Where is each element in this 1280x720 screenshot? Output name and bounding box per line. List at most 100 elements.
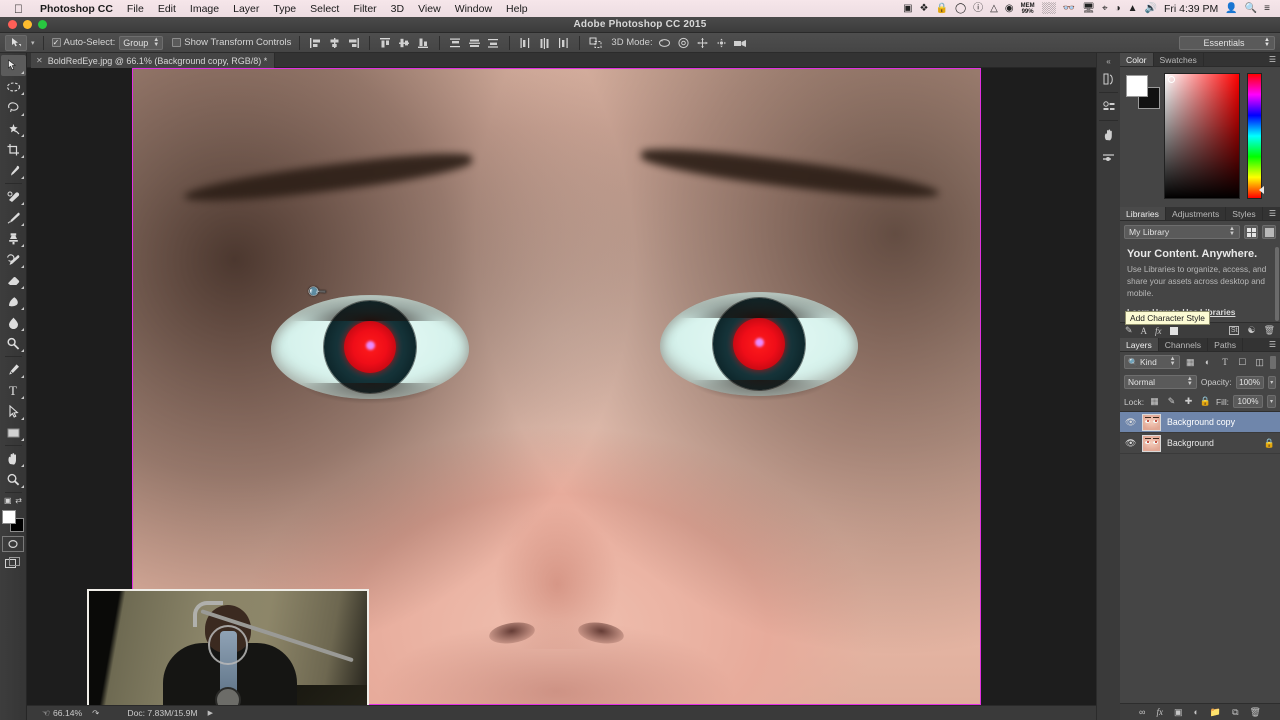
notification-center-icon[interactable]: ≡	[1264, 4, 1270, 14]
drag-3d-icon[interactable]	[695, 35, 710, 50]
tool-eraser-tool[interactable]	[1, 270, 26, 291]
wifi-icon[interactable]: ◑	[1115, 4, 1121, 14]
tool-zoom-tool[interactable]	[1, 469, 26, 490]
canvas-area[interactable]: 🔍	[27, 68, 1096, 705]
distribute-horizontal-centers-icon[interactable]	[537, 35, 552, 50]
align-right-edges-icon[interactable]	[346, 35, 361, 50]
roll-3d-icon[interactable]	[676, 35, 691, 50]
history-panel-icon[interactable]	[1098, 68, 1120, 89]
clock-time[interactable]: Fri 4:39 PM	[1164, 3, 1218, 15]
sync-icon[interactable]: St	[1229, 326, 1240, 335]
auto-select-checkbox[interactable]: ✓ Auto-Select:	[52, 37, 116, 48]
menu-item-3d[interactable]: 3D	[384, 3, 411, 15]
menu-item-photoshop-cc[interactable]: Photoshop CC	[33, 3, 120, 15]
layer-thumbnail[interactable]	[1142, 435, 1161, 452]
align-horizontal-centers-icon[interactable]	[327, 35, 342, 50]
lock-image-pixels-icon[interactable]: ✎	[1165, 395, 1178, 408]
foreground-color-swatch[interactable]	[1126, 75, 1148, 97]
apple-icon[interactable]: 	[14, 3, 23, 15]
add-color-icon[interactable]: ✎	[1125, 325, 1133, 336]
lock-transparent-pixels-icon[interactable]: ▦	[1148, 395, 1161, 408]
new-fill-adjustment-layer-icon[interactable]: ◐	[1193, 707, 1198, 717]
fill-value[interactable]: 100%	[1233, 395, 1263, 408]
lock-all-icon[interactable]: 🔒	[1199, 395, 1212, 408]
tab-layers[interactable]: Layers	[1120, 338, 1159, 351]
tool-path-selection-tool[interactable]	[1, 401, 26, 422]
share-icon[interactable]: ↷	[92, 708, 99, 719]
menu-item-image[interactable]: Image	[183, 3, 226, 15]
panel-menu-icon[interactable]: ☰	[1265, 338, 1280, 351]
filter-type-icon[interactable]: T	[1218, 355, 1231, 369]
webcam-overlay[interactable]	[87, 589, 369, 705]
tool-clone-stamp-tool[interactable]	[1, 228, 26, 249]
delete-icon[interactable]: 🗑	[1264, 325, 1275, 336]
tool-rectangular-marquee-tool[interactable]	[1, 76, 26, 97]
expand-arrow-icon[interactable]: ▶	[208, 709, 213, 717]
quick-mask-icon[interactable]	[2, 536, 24, 552]
distribute-vertical-centers-icon[interactable]	[467, 35, 482, 50]
align-left-edges-icon[interactable]	[308, 35, 323, 50]
move-tool-icon[interactable]	[5, 35, 27, 51]
grid-view-icon[interactable]	[1244, 225, 1258, 239]
distribute-bottom-edges-icon[interactable]	[486, 35, 501, 50]
tool-spot-healing-brush-tool[interactable]	[1, 186, 26, 207]
tool-blur-tool[interactable]	[1, 312, 26, 333]
tool-horizontal-type-tool[interactable]: T	[1, 380, 26, 401]
layer-thumbnail[interactable]	[1142, 414, 1161, 431]
panel-menu-icon[interactable]: ☰	[1265, 53, 1280, 66]
layer-row-background[interactable]: 👁 Background 🔒	[1120, 433, 1280, 454]
tab-swatches[interactable]: Swatches	[1154, 53, 1204, 66]
auto-align-layers-icon[interactable]	[588, 35, 603, 50]
foreground-color-swatch[interactable]	[2, 510, 16, 524]
panel-menu-icon[interactable]: ☰	[1265, 207, 1280, 220]
layer-style-icon[interactable]: fx	[1156, 707, 1163, 717]
tab-paths[interactable]: Paths	[1208, 338, 1243, 351]
menu-item-window[interactable]: Window	[448, 3, 499, 15]
cloud-icon[interactable]: ☯	[1247, 325, 1255, 336]
slide-3d-icon[interactable]	[714, 35, 729, 50]
link-layers-icon[interactable]: ∞	[1139, 707, 1145, 717]
scale-3d-icon[interactable]	[733, 35, 748, 50]
filter-pixel-icon[interactable]: ▦	[1184, 355, 1197, 369]
menu-item-help[interactable]: Help	[499, 3, 535, 15]
add-layer-style-icon[interactable]: fx	[1155, 326, 1162, 336]
layer-visibility-icon[interactable]: 👁	[1125, 438, 1136, 449]
tab-color[interactable]: Color	[1120, 53, 1154, 66]
default-colors-icon[interactable]: ▣	[4, 496, 12, 505]
screen-recording-icon[interactable]: ▣	[903, 4, 912, 14]
blend-mode-dropdown[interactable]: Normal ▲▼	[1124, 375, 1197, 389]
menu-item-view[interactable]: View	[411, 3, 448, 15]
menu-item-layer[interactable]: Layer	[226, 3, 266, 15]
display-icon[interactable]: 🖥	[1082, 4, 1095, 14]
layer-visibility-icon[interactable]: 👁	[1125, 417, 1136, 428]
show-transform-controls-checkbox[interactable]: Show Transform Controls	[172, 37, 291, 48]
tool-move-tool[interactable]	[1, 55, 26, 76]
volume-icon[interactable]: 🔊	[1145, 4, 1157, 14]
auto-select-scope-dropdown[interactable]: Group ▲▼	[119, 36, 163, 50]
tool-history-brush-tool[interactable]	[1, 249, 26, 270]
add-character-style-icon[interactable]: A	[1141, 326, 1148, 336]
new-layer-icon[interactable]: ⧉	[1232, 707, 1238, 718]
align-top-edges-icon[interactable]	[378, 35, 393, 50]
distribute-top-edges-icon[interactable]	[448, 35, 463, 50]
list-view-icon[interactable]	[1262, 225, 1276, 239]
menu-item-type[interactable]: Type	[266, 3, 303, 15]
filter-toggle-switch[interactable]	[1270, 356, 1276, 369]
zoom-level[interactable]: 66.14%	[53, 708, 82, 718]
clock-icon[interactable]: ◯	[955, 4, 966, 14]
layer-filter-kind-dropdown[interactable]: 🔍 Kind ▲▼	[1124, 355, 1180, 369]
align-vertical-centers-icon[interactable]	[397, 35, 412, 50]
expand-panels-icon[interactable]: «	[1097, 57, 1120, 66]
filter-smart-object-icon[interactable]: ◫	[1253, 355, 1266, 369]
workspace-selector[interactable]: Essentials ▲▼	[1179, 36, 1275, 50]
rotate-3d-icon[interactable]	[657, 35, 672, 50]
memory-indicator[interactable]: MEM 99%	[1021, 3, 1035, 15]
tool-preset-arrow-icon[interactable]: ▾	[31, 39, 35, 47]
tab-libraries[interactable]: Libraries	[1120, 207, 1166, 220]
layer-row-background-copy[interactable]: 👁 Background copy	[1120, 412, 1280, 433]
screen-mode-icon[interactable]	[2, 555, 24, 571]
user-icon[interactable]: 👤	[1225, 4, 1237, 14]
tool-lasso-tool[interactable]	[1, 97, 26, 118]
menu-item-edit[interactable]: Edit	[151, 3, 183, 15]
search-icon[interactable]: 🔍	[1245, 4, 1257, 14]
